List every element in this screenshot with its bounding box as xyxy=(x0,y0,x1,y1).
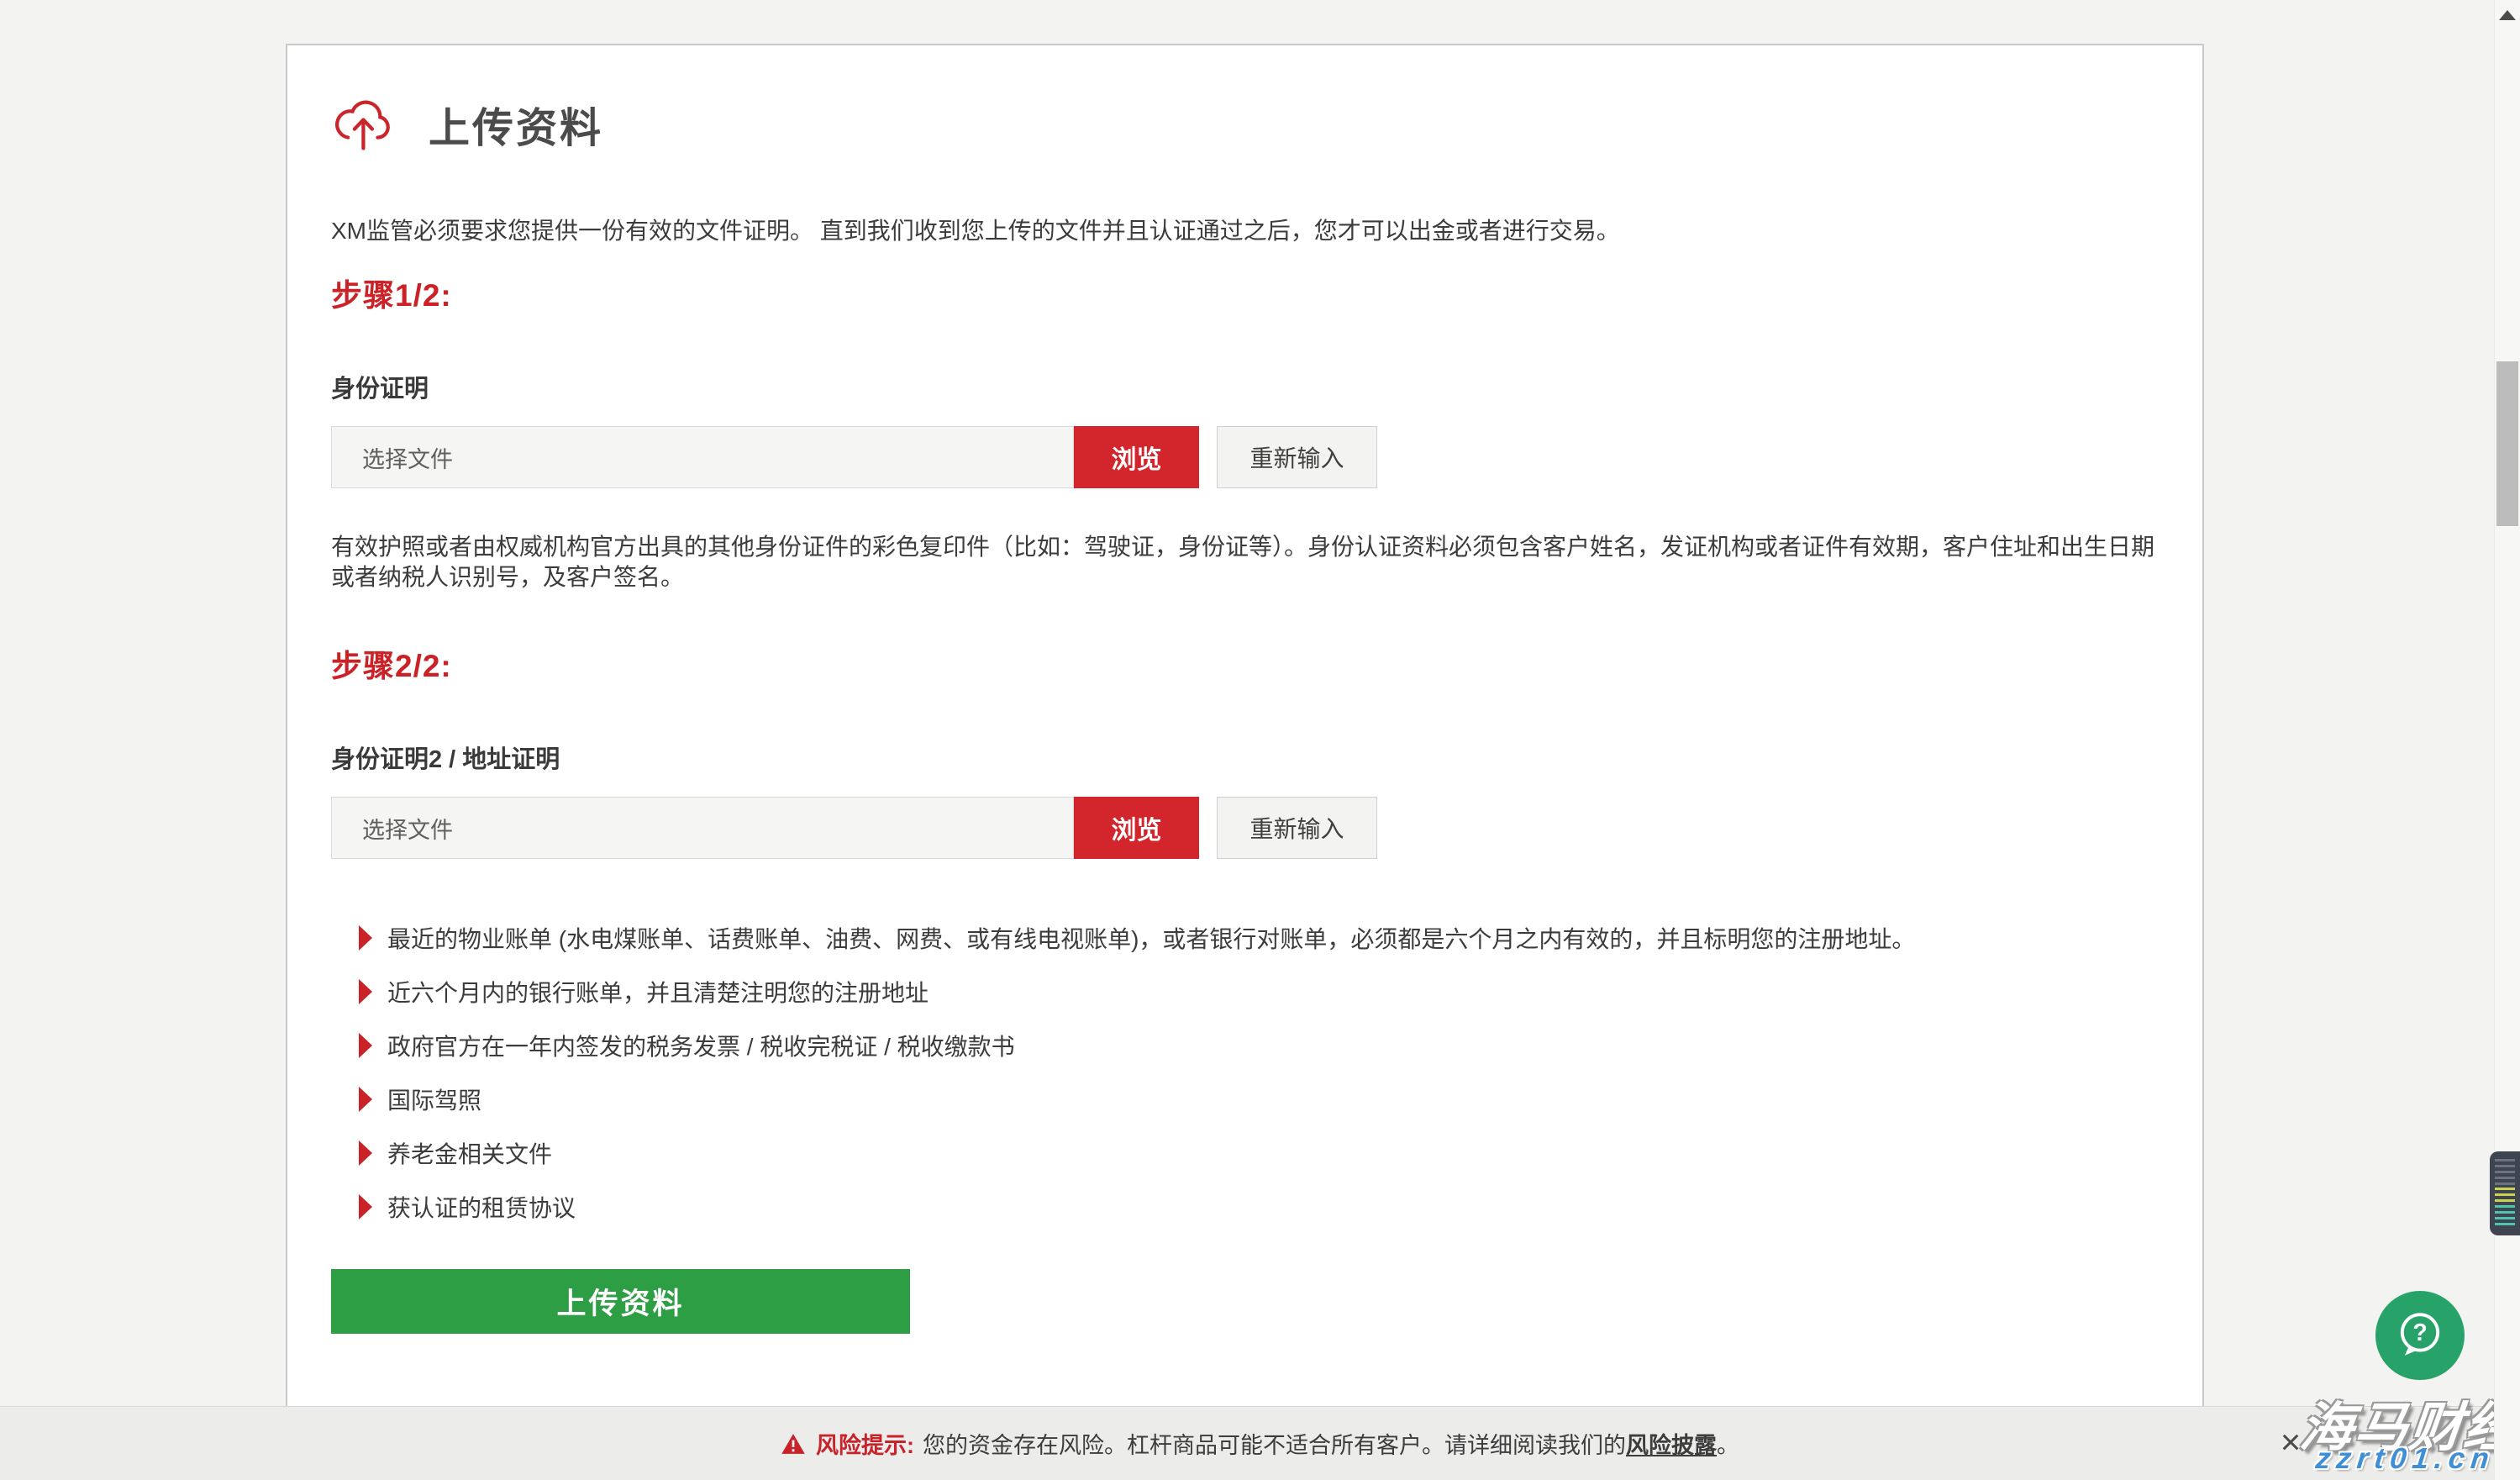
help-chat-button[interactable]: ? xyxy=(2375,1291,2465,1380)
bullet-marker-icon xyxy=(359,1194,372,1219)
list-item: 国际驾照 xyxy=(359,1084,2159,1114)
step-1-heading: 步骤1/2: xyxy=(331,270,2159,315)
file-input-address[interactable]: 选择文件 xyxy=(331,797,1074,859)
minimap-zone-dark xyxy=(2495,1159,2515,1188)
identity-proof-label: 身份证明 xyxy=(331,369,2159,404)
minimap-zone-yellow xyxy=(2495,1188,2515,1205)
bullet-marker-icon xyxy=(359,1087,372,1112)
bullet-marker-icon xyxy=(359,1033,372,1058)
list-item: 近六个月内的银行账单，并且清楚注明您的注册地址 xyxy=(359,977,2159,1007)
list-item: 政府官方在一年内签发的税务发票 / 税收完税证 / 税收缴款书 xyxy=(359,1030,2159,1061)
file-input-identity[interactable]: 选择文件 xyxy=(331,426,1074,488)
risk-text: 您的资金存在风险。杠杆商品可能不适合所有客户。请详细阅读我们的 xyxy=(923,1427,1626,1460)
risk-label: 风险提示: xyxy=(816,1427,914,1460)
card-header: 上传资料 xyxy=(331,94,2159,155)
upload-documents-card: 上传资料 XM监管必须要求您提供一份有效的文件证明。 直到我们收到您上传的文件并… xyxy=(286,44,2204,1480)
file-row-address: 选择文件 浏览 重新输入 xyxy=(331,797,2159,859)
chat-question-icon: ? xyxy=(2394,1309,2446,1363)
browse-button-identity[interactable]: 浏览 xyxy=(1074,426,1199,488)
svg-text:?: ? xyxy=(2412,1319,2427,1346)
reset-button-address[interactable]: 重新输入 xyxy=(1217,797,1377,859)
risk-warning-bar: 风险提示: 您的资金存在风险。杠杆商品可能不适合所有客户。请详细阅读我们的 风险… xyxy=(0,1406,2520,1480)
reset-button-identity[interactable]: 重新输入 xyxy=(1217,426,1377,488)
minimap-zone-teal xyxy=(2495,1205,2515,1228)
risk-disclosure-link[interactable]: 风险披露 xyxy=(1626,1427,1717,1460)
file-row-identity: 选择文件 浏览 重新输入 xyxy=(331,426,2159,488)
page-title: 上传资料 xyxy=(429,95,603,155)
list-item-text: 国际驾照 xyxy=(387,1082,481,1116)
list-item-text: 获认证的租赁协议 xyxy=(387,1190,576,1224)
address-proof-label: 身份证明2 / 地址证明 xyxy=(331,740,2159,775)
bullet-marker-icon xyxy=(359,925,372,951)
scrollbar-thumb[interactable] xyxy=(2496,361,2518,526)
scrollbar[interactable] xyxy=(2494,0,2520,1480)
upload-documents-button[interactable]: 上传资料 xyxy=(331,1269,910,1334)
list-item: 最近的物业账单 (水电煤账单、话费账单、油费、网费、或有线电视账单)，或者银行对… xyxy=(359,923,2159,953)
bullet-marker-icon xyxy=(359,979,372,1004)
intro-text: XM监管必须要求您提供一份有效的文件证明。 直到我们收到您上传的文件并且认证通过… xyxy=(331,213,2159,246)
list-item-text: 政府官方在一年内签发的税务发票 / 税收完税证 / 税收缴款书 xyxy=(387,1029,1015,1062)
list-item: 获认证的租赁协议 xyxy=(359,1192,2159,1222)
cloud-upload-icon xyxy=(331,94,397,155)
bullet-marker-icon xyxy=(359,1140,372,1166)
warning-triangle-icon xyxy=(781,1432,806,1456)
list-item-text: 近六个月内的银行账单，并且清楚注明您的注册地址 xyxy=(387,975,929,1009)
browse-button-address[interactable]: 浏览 xyxy=(1074,797,1199,859)
accepted-documents-list: 最近的物业账单 (水电煤账单、话费账单、油费、网费、或有线电视账单)，或者银行对… xyxy=(331,923,2159,1222)
list-item-text: 最近的物业账单 (水电煤账单、话费账单、油费、网费、或有线电视账单)，或者银行对… xyxy=(387,921,1915,955)
scroll-minimap-widget[interactable] xyxy=(2490,1151,2520,1235)
identity-proof-description: 有效护照或者由权威机构官方出具的其他身份证件的彩色复印件（比如：驾驶证，身份证等… xyxy=(331,532,2159,593)
scroll-up-icon[interactable] xyxy=(2499,10,2516,20)
list-item-text: 养老金相关文件 xyxy=(387,1136,552,1170)
watermark-url: zzrt01.cn xyxy=(2314,1442,2496,1476)
risk-text-suffix: 。 xyxy=(1717,1427,1739,1460)
step-2-heading: 步骤2/2: xyxy=(331,640,2159,686)
list-item: 养老金相关文件 xyxy=(359,1138,2159,1168)
